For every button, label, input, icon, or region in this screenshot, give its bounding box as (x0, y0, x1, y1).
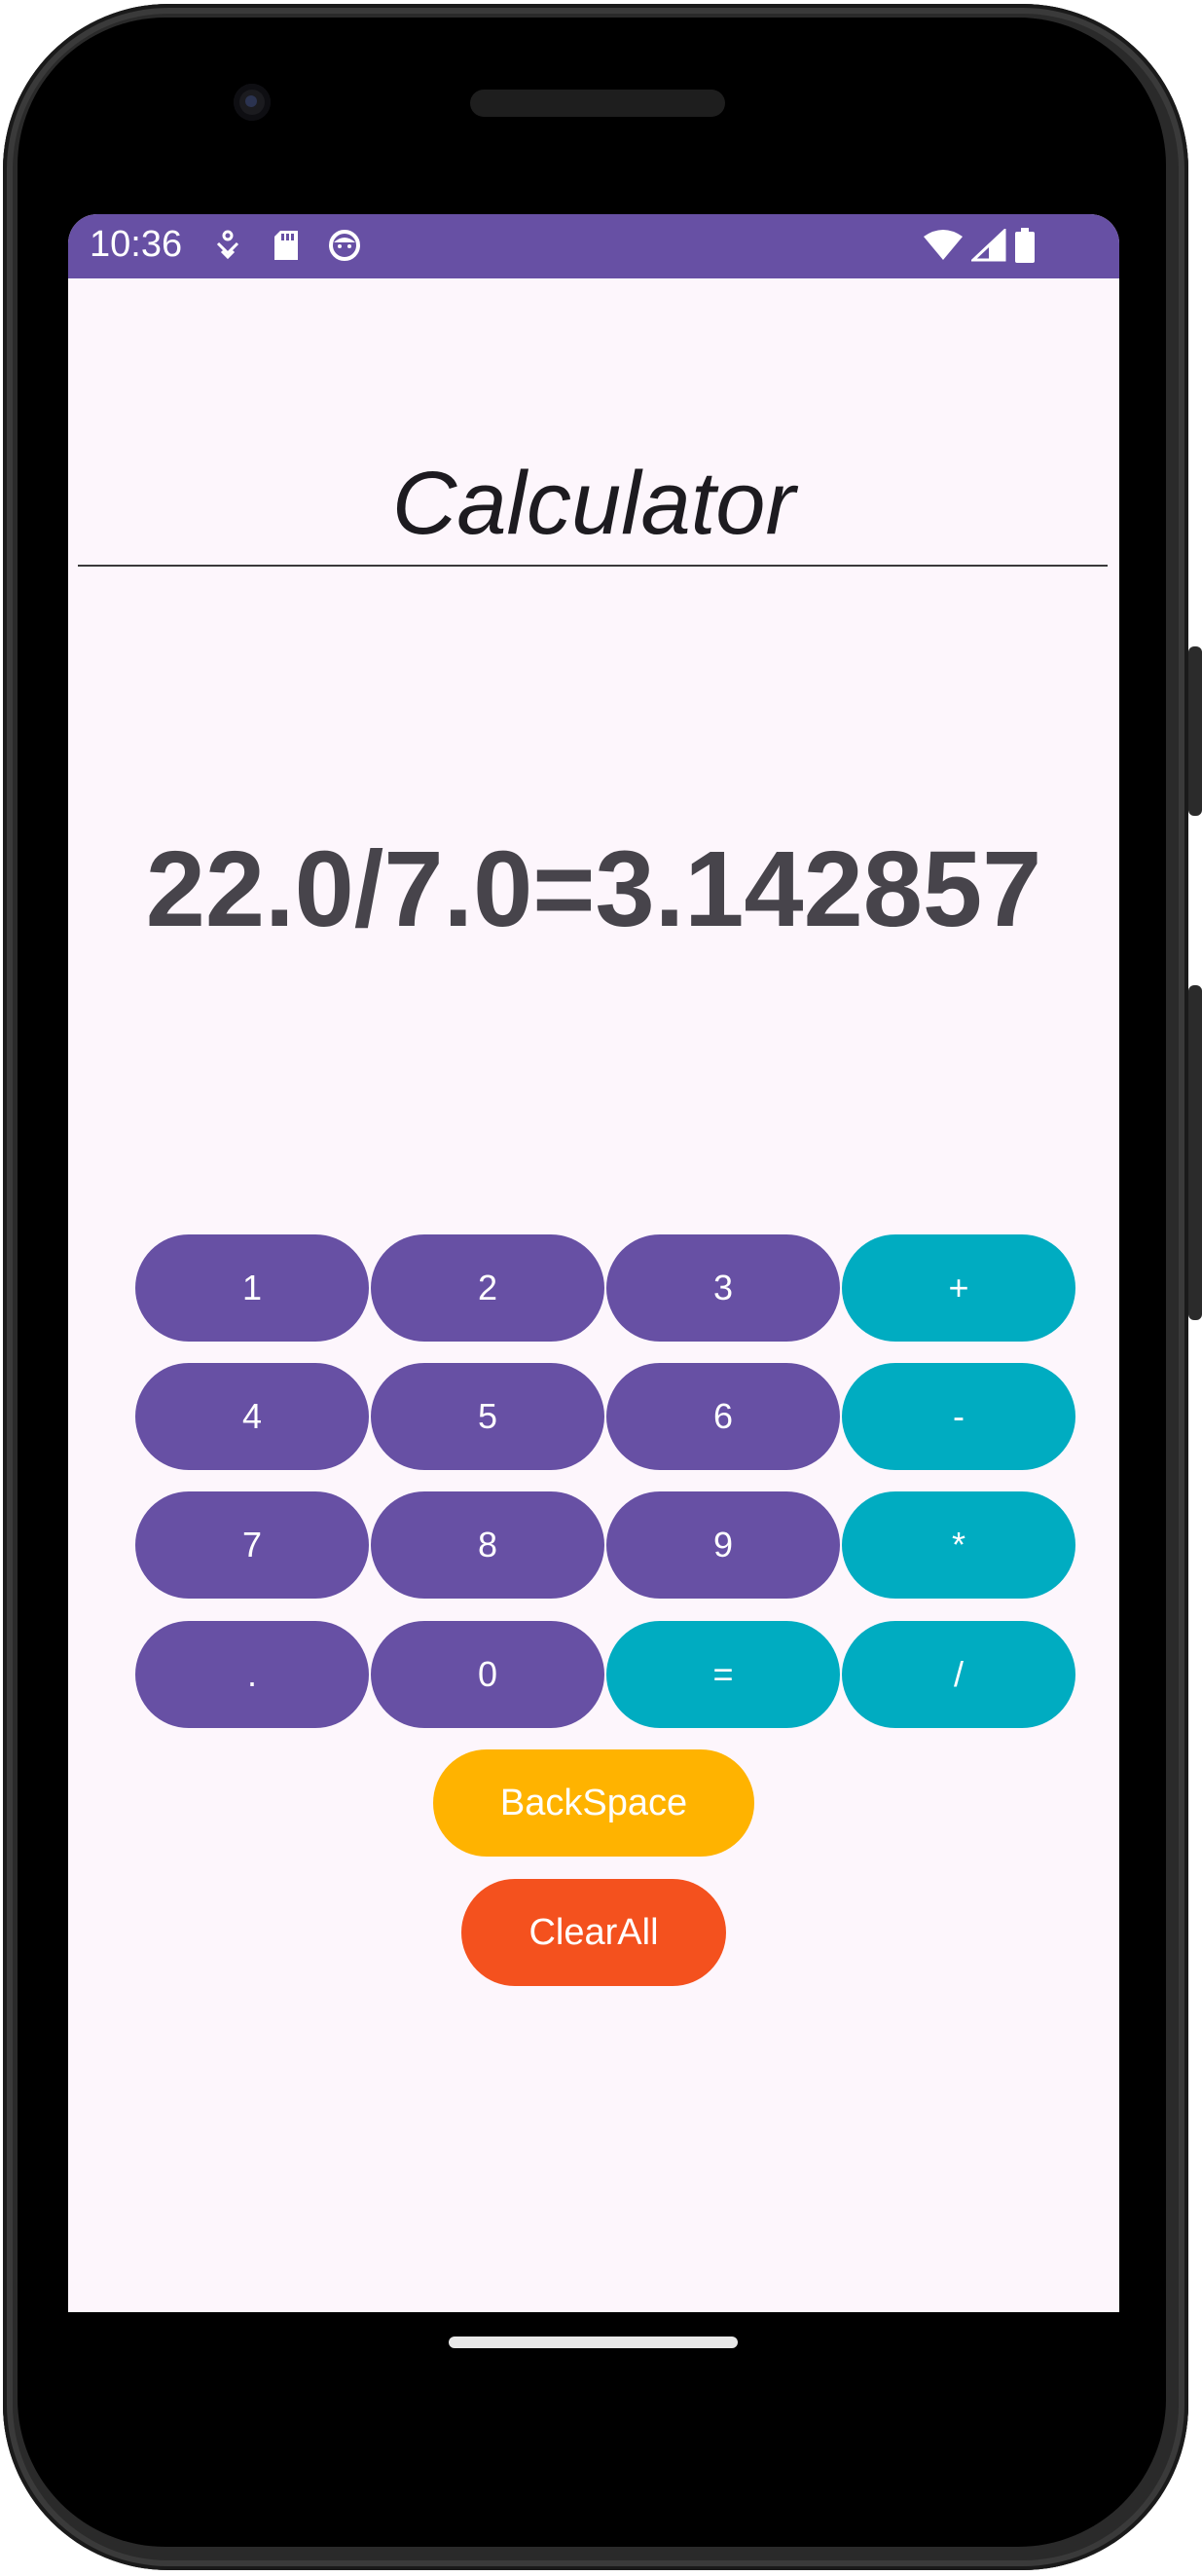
minus-button[interactable]: - (842, 1363, 1075, 1470)
home-indicator[interactable] (449, 2337, 738, 2348)
key-3-button[interactable]: 3 (606, 1234, 840, 1342)
equals-button[interactable]: = (606, 1621, 840, 1728)
sd-card-icon (267, 226, 306, 265)
plus-button[interactable]: + (842, 1234, 1075, 1342)
key-5-button[interactable]: 5 (371, 1363, 604, 1470)
screen: 10:36 Calculator 22.0/7.0=3.142857 1 2 3… (68, 214, 1119, 2312)
key-6-button[interactable]: 6 (606, 1363, 840, 1470)
multiply-button[interactable]: * (842, 1491, 1075, 1599)
key-2-button[interactable]: 2 (371, 1234, 604, 1342)
backspace-button[interactable]: BackSpace (433, 1749, 754, 1857)
earpiece-speaker (470, 90, 725, 117)
status-time: 10:36 (90, 224, 183, 265)
key-7-button[interactable]: 7 (135, 1491, 369, 1599)
result-display: 22.0/7.0=3.142857 (145, 829, 1042, 949)
key-4-button[interactable]: 4 (135, 1363, 369, 1470)
volume-button (1188, 985, 1202, 1320)
battery-icon (1012, 226, 1038, 265)
key-1-button[interactable]: 1 (135, 1234, 369, 1342)
signal-icon (969, 226, 1008, 265)
decimal-point-button[interactable]: . (135, 1621, 369, 1728)
phone-device: 10:36 Calculator 22.0/7.0=3.142857 1 2 3… (0, 0, 1202, 2576)
front-camera (234, 84, 271, 121)
app-title: Calculator (391, 454, 796, 553)
key-8-button[interactable]: 8 (371, 1491, 604, 1599)
key-9-button[interactable]: 9 (606, 1491, 840, 1599)
key-0-button[interactable]: 0 (371, 1621, 604, 1728)
status-bar: 10:36 (68, 214, 1119, 278)
location-accessibility-icon (208, 226, 247, 265)
wifi-icon (921, 226, 965, 265)
power-button (1188, 646, 1202, 816)
face-icon (325, 226, 364, 265)
clear-all-button[interactable]: ClearAll (461, 1879, 726, 1986)
title-divider (78, 565, 1108, 567)
divide-button[interactable]: / (842, 1621, 1075, 1728)
